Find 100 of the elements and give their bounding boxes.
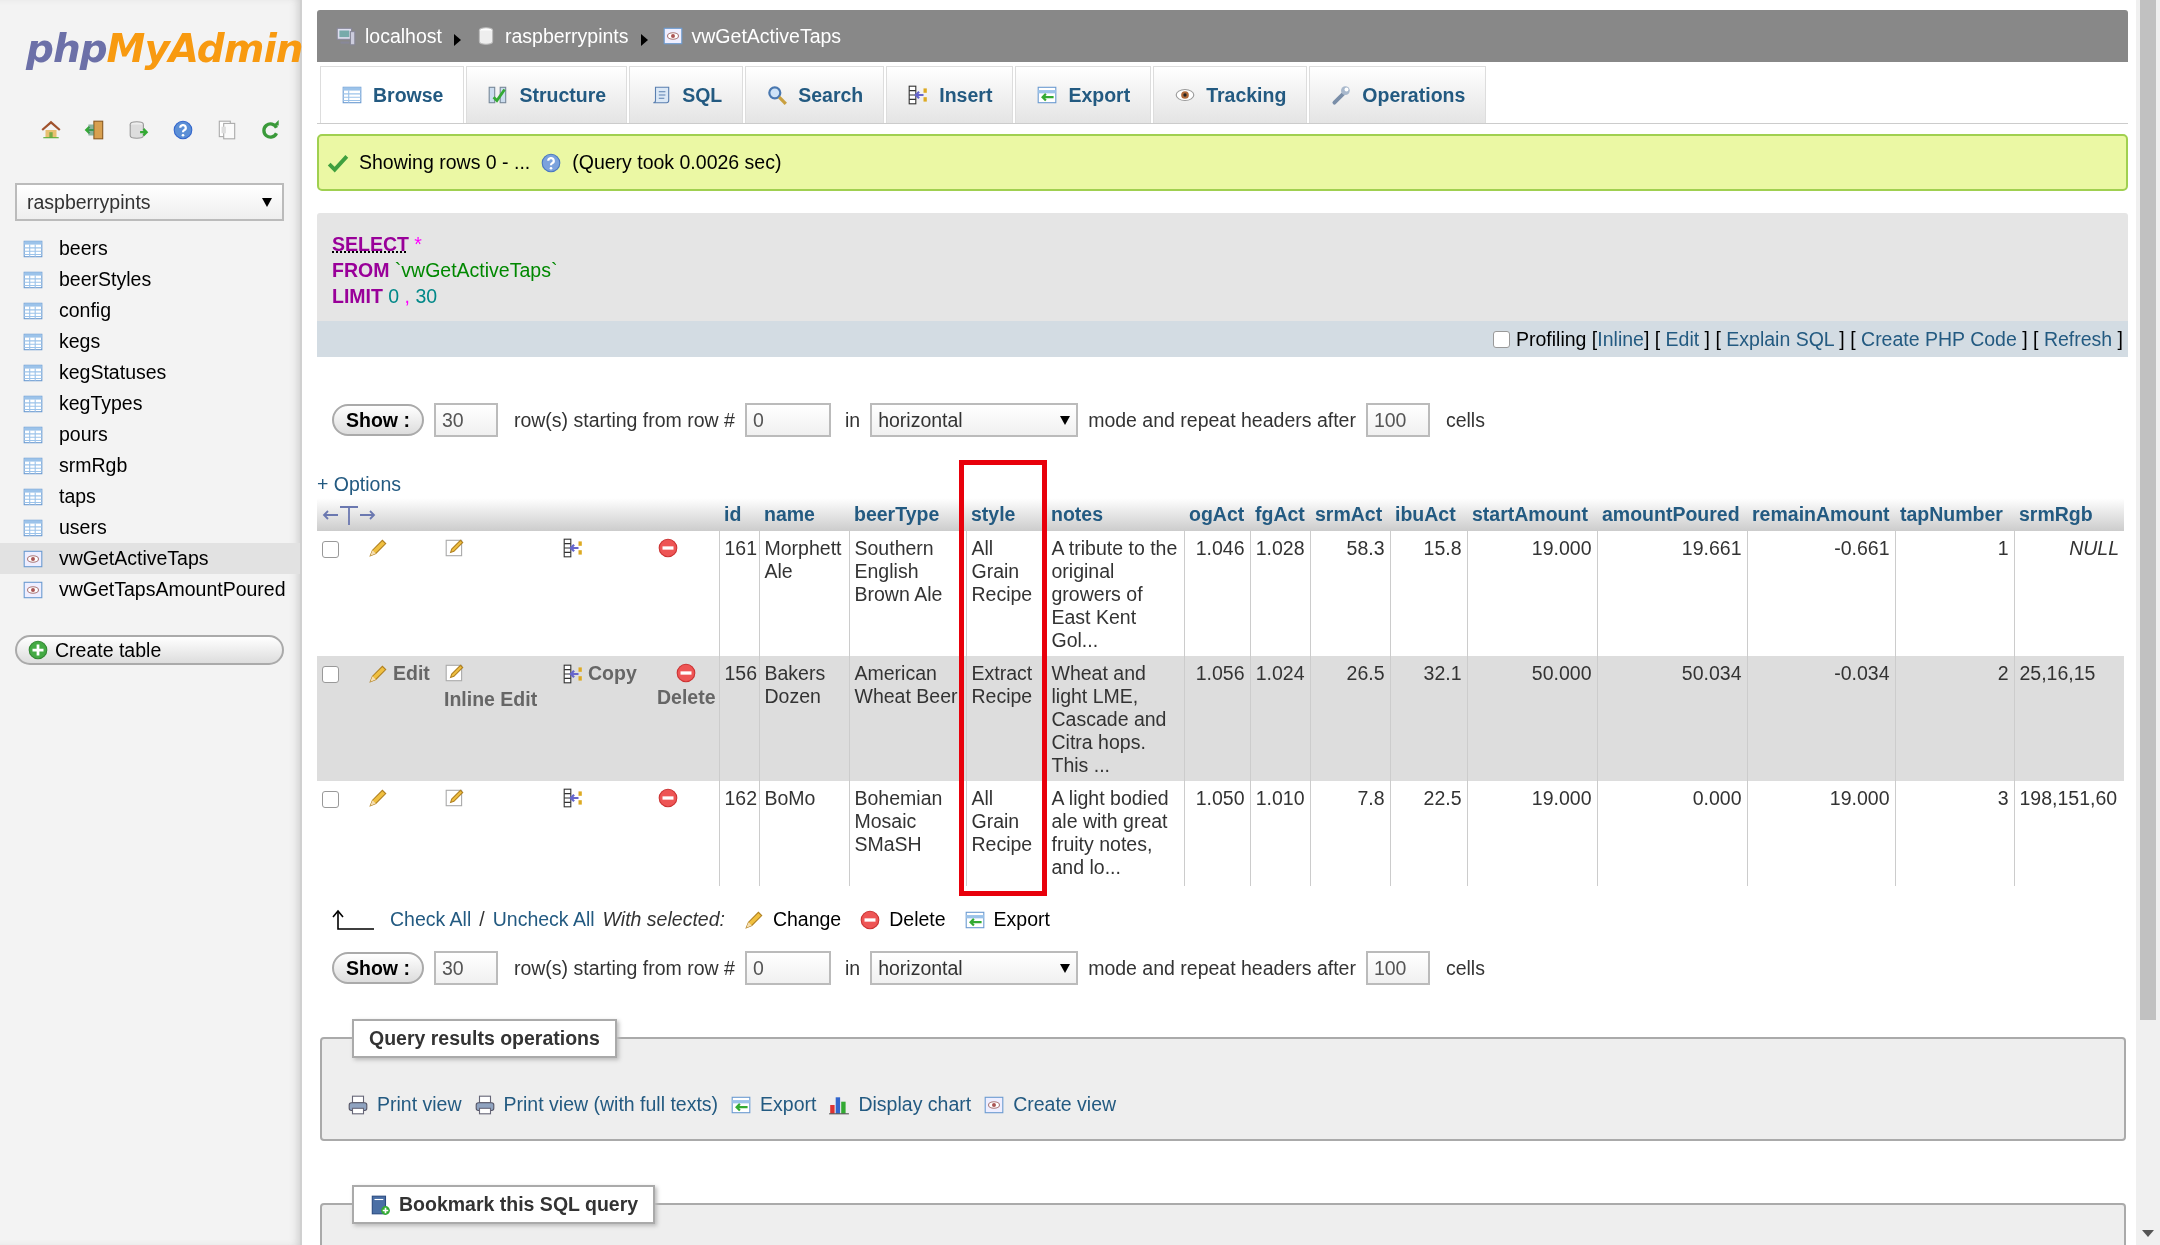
profiling-link[interactable]: Refresh	[2043, 327, 2113, 350]
uncheck-all-link[interactable]: Uncheck All	[492, 908, 595, 931]
rows-field[interactable]: 30	[433, 951, 498, 985]
inline-edit-button[interactable]: Inline Edit	[444, 662, 552, 711]
scrollbar[interactable]	[2136, 0, 2160, 1245]
copy-button[interactable]	[562, 537, 584, 559]
door-icon	[84, 119, 106, 141]
bulk-action-button[interactable]: Delete	[859, 908, 946, 931]
tab[interactable]: Operations	[1309, 66, 1487, 123]
show-button[interactable]: Show :	[332, 952, 424, 984]
column-header[interactable]: name	[759, 498, 849, 531]
edit-button[interactable]: Edit	[367, 662, 430, 685]
sql-line: FROM `vwGetActiveTaps`	[332, 258, 559, 283]
inline-edit-button[interactable]	[444, 787, 466, 809]
column-header[interactable]: notes	[1046, 498, 1184, 531]
dropdown-arrow-icon	[262, 197, 272, 207]
table-list-item[interactable]: config	[0, 295, 300, 326]
row-checkbox[interactable]	[322, 541, 339, 558]
profiling-link[interactable]: Edit	[1665, 327, 1700, 350]
insert-icon	[562, 787, 584, 809]
inline-edit-button[interactable]	[444, 537, 466, 559]
insert-icon	[562, 662, 584, 685]
options-link[interactable]: + Options	[317, 473, 401, 495]
column-header[interactable]: id	[719, 498, 759, 531]
tab[interactable]: Structure	[466, 66, 628, 123]
edit-button[interactable]	[367, 787, 389, 809]
column-header[interactable]: tapNumber	[1895, 498, 2014, 531]
edit-button[interactable]	[367, 537, 389, 559]
breadcrumb-link[interactable]: localhost	[335, 24, 442, 48]
breadcrumb-link[interactable]: raspberrypints	[474, 24, 629, 48]
table-list-item[interactable]: beers	[0, 233, 300, 264]
operation-link[interactable]: Display chart	[828, 1093, 972, 1116]
column-header[interactable]: amountPoured	[1597, 498, 1747, 531]
table-cell: 1.046	[1195, 537, 1245, 559]
table-list-item[interactable]: users	[0, 512, 300, 543]
table-list-item[interactable]: kegTypes	[0, 388, 300, 419]
profiling-checkbox[interactable]	[1493, 330, 1510, 348]
column-header[interactable]: remainAmount	[1747, 498, 1895, 531]
show-button[interactable]: Show :	[332, 404, 424, 436]
column-header[interactable]: srmAct	[1310, 498, 1390, 531]
breadcrumb-link[interactable]: vwGetActiveTaps	[661, 24, 842, 48]
create-table-button[interactable]: Create table	[15, 635, 284, 665]
column-header[interactable]: ibuAct	[1390, 498, 1467, 531]
delete-button[interactable]	[657, 537, 679, 559]
repeat-headers-field[interactable]: 100	[1365, 403, 1430, 437]
column-header[interactable]: startAmount	[1467, 498, 1597, 531]
table-list-item[interactable]: kegs	[0, 326, 300, 357]
table-cell: All Grain Recipe	[971, 537, 1033, 605]
delete-icon	[657, 537, 679, 559]
mode-dropdown[interactable]: horizontal	[870, 951, 1079, 985]
copy-button[interactable]	[562, 787, 584, 809]
row-checkbox[interactable]	[322, 666, 339, 683]
tab[interactable]: SQL	[629, 66, 744, 123]
profiling-link[interactable]: Explain SQL	[1726, 327, 1834, 350]
operation-link[interactable]: Print view (with full texts)	[473, 1093, 719, 1116]
column-header[interactable]: fgAct	[1250, 498, 1310, 531]
operation-link[interactable]: Print view	[347, 1093, 462, 1116]
mode-dropdown[interactable]: horizontal	[870, 403, 1079, 437]
copy-button[interactable]: Copy	[562, 662, 637, 685]
profiling-link[interactable]: Create PHP Code	[1861, 327, 2017, 350]
tab[interactable]: Tracking	[1153, 66, 1308, 123]
database-dropdown[interactable]: raspberrypints	[15, 183, 284, 221]
dropdown-arrow-icon	[1060, 963, 1071, 973]
start-row-field[interactable]: 0	[744, 403, 831, 437]
sql-line: SELECT *	[332, 232, 423, 257]
column-header[interactable]: ogAct	[1184, 498, 1250, 531]
table-cell: 3	[1997, 787, 2009, 809]
tab[interactable]: Browse	[320, 66, 465, 123]
bulk-action-button[interactable]: Export	[963, 908, 1050, 931]
operation-link[interactable]: Create view	[983, 1093, 1117, 1116]
tab[interactable]: Search	[745, 66, 885, 123]
plus-icon	[27, 639, 49, 661]
logo[interactable]: phpMyAdmin	[26, 26, 300, 71]
column-header[interactable]: srmRgb	[2014, 498, 2124, 531]
delete-button[interactable]: Delete	[657, 662, 716, 709]
delete-icon	[657, 787, 679, 809]
table-list-item[interactable]: vwGetTapsAmountPoured	[0, 574, 300, 605]
table-list-item[interactable]: pours	[0, 419, 300, 450]
table-list-item[interactable]: vwGetActiveTaps	[0, 543, 300, 574]
table-cell: 15.8	[1423, 537, 1462, 559]
table-list-item[interactable]: srmRgb	[0, 450, 300, 481]
operation-link[interactable]: Export	[730, 1093, 817, 1116]
table-list-item[interactable]: taps	[0, 481, 300, 512]
bulk-action-button[interactable]: Change	[742, 908, 842, 931]
check-all-link[interactable]: Check All	[390, 908, 472, 931]
table-icon	[341, 84, 363, 106]
table-list-item[interactable]: kegStatuses	[0, 357, 300, 388]
table-list-item[interactable]: beerStyles	[0, 264, 300, 295]
delete-button[interactable]	[657, 787, 679, 809]
row-checkbox[interactable]	[322, 791, 339, 808]
start-row-field[interactable]: 0	[744, 951, 831, 985]
repeat-headers-field[interactable]: 100	[1365, 951, 1430, 985]
column-resize-icon[interactable]	[322, 503, 376, 526]
profiling-link[interactable]: Inline	[1597, 327, 1644, 350]
tab[interactable]: Export	[1015, 66, 1152, 123]
table-cell: 19.000	[1829, 787, 1890, 809]
profiling-text: ] [	[1643, 327, 1662, 350]
column-header[interactable]: beerType	[849, 498, 966, 531]
tab[interactable]: Insert	[886, 66, 1014, 123]
rows-field[interactable]: 30	[433, 403, 498, 437]
